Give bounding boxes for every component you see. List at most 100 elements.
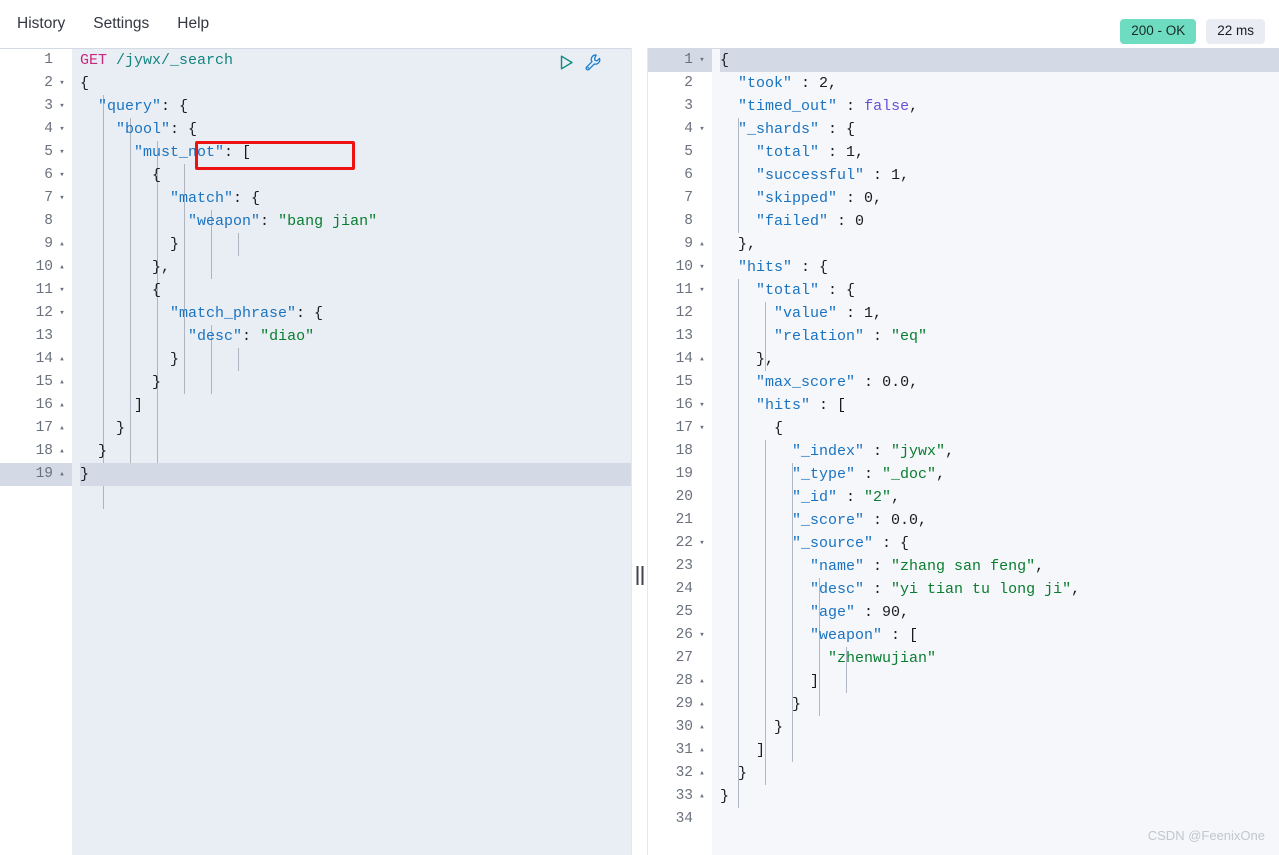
fold-close-icon[interactable]: ▴	[56, 463, 68, 486]
fold-close-icon[interactable]: ▴	[696, 693, 708, 716]
menu-settings[interactable]: Settings	[93, 16, 149, 32]
response-code-area[interactable]: { "took" : 2, "timed_out" : false, "_sha…	[712, 49, 1279, 855]
line-number[interactable]: 10 ▾	[648, 256, 712, 279]
pane-resize-handle[interactable]	[631, 48, 648, 855]
line-number[interactable]: 2 ▾	[0, 72, 72, 95]
code-line[interactable]: ]	[720, 670, 1279, 693]
code-line[interactable]: "match": {	[80, 187, 631, 210]
line-number[interactable]: 2	[648, 72, 712, 95]
line-number[interactable]: 28 ▴	[648, 670, 712, 693]
line-number[interactable]: 4 ▾	[0, 118, 72, 141]
line-number[interactable]: 19 ▴	[0, 463, 72, 486]
fold-close-icon[interactable]: ▴	[56, 371, 68, 394]
line-number[interactable]: 8	[0, 210, 72, 233]
code-line[interactable]: }	[720, 716, 1279, 739]
code-line[interactable]: },	[720, 348, 1279, 371]
code-line[interactable]: "_type" : "_doc",	[720, 463, 1279, 486]
line-number[interactable]: 9 ▴	[648, 233, 712, 256]
line-number[interactable]: 33 ▴	[648, 785, 712, 808]
request-code-area[interactable]: GET /jywx/_search{ "query": { "bool": { …	[72, 49, 631, 855]
request-gutter[interactable]: 1 2 ▾ 3 ▾ 4 ▾ 5 ▾ 6 ▾ 7 ▾ 8 9 ▴ 10 ▴ 11 ▾ 12 ▾ 13 14 ▴ 15 ▴ 16 ▴ 17 ▴ 1…	[0, 49, 72, 855]
fold-close-icon[interactable]: ▴	[696, 348, 708, 371]
code-line[interactable]: }	[720, 693, 1279, 716]
code-line[interactable]: "successful" : 1,	[720, 164, 1279, 187]
line-number[interactable]: 16 ▾	[648, 394, 712, 417]
line-number[interactable]: 3	[648, 95, 712, 118]
code-line[interactable]: }	[720, 762, 1279, 785]
code-line[interactable]: {	[720, 417, 1279, 440]
line-number[interactable]: 11 ▾	[648, 279, 712, 302]
code-line[interactable]: "hits" : {	[720, 256, 1279, 279]
code-line[interactable]: "_score" : 0.0,	[720, 509, 1279, 532]
code-line[interactable]: "weapon" : [	[720, 624, 1279, 647]
fold-close-icon[interactable]: ▴	[696, 716, 708, 739]
line-number[interactable]: 3 ▾	[0, 95, 72, 118]
code-line[interactable]: {	[80, 72, 631, 95]
fold-open-icon[interactable]: ▾	[56, 187, 68, 210]
fold-open-icon[interactable]: ▾	[696, 279, 708, 302]
code-line[interactable]: {	[80, 164, 631, 187]
code-line[interactable]: GET /jywx/_search	[80, 49, 631, 72]
fold-open-icon[interactable]: ▾	[696, 394, 708, 417]
line-number[interactable]: 4 ▾	[648, 118, 712, 141]
code-line[interactable]: "age" : 90,	[720, 601, 1279, 624]
line-number[interactable]: 31 ▴	[648, 739, 712, 762]
code-line[interactable]: ]	[80, 394, 631, 417]
line-number[interactable]: 5	[648, 141, 712, 164]
line-number[interactable]: 13	[648, 325, 712, 348]
code-line[interactable]: }	[80, 348, 631, 371]
code-line[interactable]: "max_score" : 0.0,	[720, 371, 1279, 394]
line-number[interactable]: 1 ▾	[648, 49, 712, 72]
line-number[interactable]: 19	[648, 463, 712, 486]
fold-open-icon[interactable]: ▾	[56, 141, 68, 164]
fold-open-icon[interactable]: ▾	[56, 95, 68, 118]
line-number[interactable]: 14 ▴	[648, 348, 712, 371]
line-number[interactable]: 10 ▴	[0, 256, 72, 279]
line-number[interactable]: 16 ▴	[0, 394, 72, 417]
line-number[interactable]: 13	[0, 325, 72, 348]
fold-close-icon[interactable]: ▴	[56, 440, 68, 463]
fold-close-icon[interactable]: ▴	[56, 417, 68, 440]
fold-open-icon[interactable]: ▾	[696, 49, 708, 72]
line-number[interactable]: 26 ▾	[648, 624, 712, 647]
play-icon[interactable]	[558, 54, 575, 71]
line-number[interactable]: 9 ▴	[0, 233, 72, 256]
code-line[interactable]: "total" : {	[720, 279, 1279, 302]
code-line[interactable]: "_id" : "2",	[720, 486, 1279, 509]
code-line[interactable]: }	[720, 785, 1279, 808]
line-number[interactable]: 25	[648, 601, 712, 624]
code-line[interactable]: "bool": {	[80, 118, 631, 141]
line-number[interactable]: 1	[0, 49, 72, 72]
line-number[interactable]: 14 ▴	[0, 348, 72, 371]
line-number[interactable]: 17 ▴	[0, 417, 72, 440]
line-number[interactable]: 30 ▴	[648, 716, 712, 739]
line-number[interactable]: 22 ▾	[648, 532, 712, 555]
code-line[interactable]: }	[80, 371, 631, 394]
code-line[interactable]: "match_phrase": {	[80, 302, 631, 325]
line-number[interactable]: 32 ▴	[648, 762, 712, 785]
fold-open-icon[interactable]: ▾	[696, 417, 708, 440]
code-line[interactable]: },	[720, 233, 1279, 256]
line-number[interactable]: 6 ▾	[0, 164, 72, 187]
code-line[interactable]: "total" : 1,	[720, 141, 1279, 164]
code-line[interactable]: "desc" : "yi tian tu long ji",	[720, 578, 1279, 601]
line-number[interactable]: 27	[648, 647, 712, 670]
code-line[interactable]: "query": {	[80, 95, 631, 118]
line-number[interactable]: 29 ▴	[648, 693, 712, 716]
fold-close-icon[interactable]: ▴	[696, 785, 708, 808]
code-line[interactable]: "failed" : 0	[720, 210, 1279, 233]
code-line[interactable]: }	[80, 440, 631, 463]
line-number[interactable]: 21	[648, 509, 712, 532]
fold-close-icon[interactable]: ▴	[56, 233, 68, 256]
line-number[interactable]: 23	[648, 555, 712, 578]
code-line[interactable]: },	[80, 256, 631, 279]
code-line[interactable]: "took" : 2,	[720, 72, 1279, 95]
code-line[interactable]: "must_not": [	[80, 141, 631, 164]
fold-open-icon[interactable]: ▾	[696, 532, 708, 555]
code-line[interactable]: "value" : 1,	[720, 302, 1279, 325]
fold-open-icon[interactable]: ▾	[696, 624, 708, 647]
response-editor-pane[interactable]: 1 ▾ 2 3 4 ▾ 5 6 7 8 9 ▴ 10 ▾ 11 ▾ 12 13 14 ▴ 15 16 ▾ 17 ▾ 18 19 20 2…	[648, 48, 1279, 855]
line-number[interactable]: 17 ▾	[648, 417, 712, 440]
fold-close-icon[interactable]: ▴	[56, 256, 68, 279]
code-line[interactable]: "_source" : {	[720, 532, 1279, 555]
